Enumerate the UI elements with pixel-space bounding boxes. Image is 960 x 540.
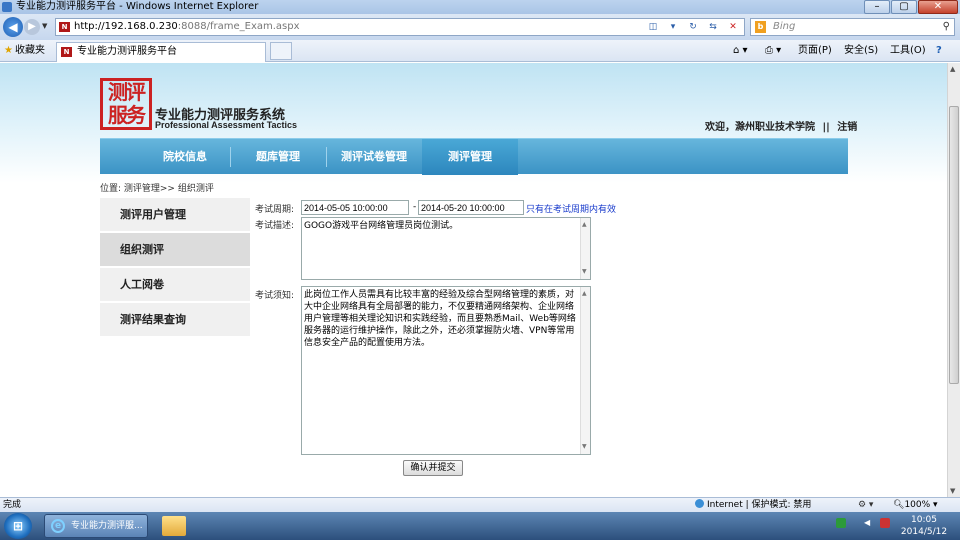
scroll-up-icon[interactable]: ▲ (950, 65, 955, 73)
end-time-field[interactable] (418, 200, 524, 215)
description-textarea[interactable]: GOGO游戏平台网络管理员岗位测试。 ▲ ▼ (301, 217, 591, 280)
welcome-separator: || (822, 122, 830, 133)
address-bar[interactable]: N http://192.168.0.230:8088/frame_Exam.a… (55, 18, 745, 36)
forward-button[interactable]: ▶ (24, 19, 40, 35)
stop-icon[interactable]: ✕ (724, 20, 742, 34)
favorites-bar: ★ 收藏夹 N 专业能力测评服务平台 ⌂ ▾ ⎙ ▾ 页面(P) 安全(S) 工具… (0, 40, 960, 62)
maximize-button[interactable]: ▢ (891, 0, 917, 14)
address-path: :8088/frame_Exam.aspx (177, 21, 300, 32)
period-dash: - (413, 202, 417, 212)
nav-exam-paper[interactable]: 测评试卷管理 (326, 139, 422, 175)
period-label: 考试周期: (255, 205, 295, 215)
address-host: http://192.168.0.230 (74, 21, 178, 32)
ie-app-icon (2, 2, 12, 12)
notice-text: 此岗位工作人员需具有比较丰富的经验及综合型网络管理的素质，对大中企业网络具有全局… (304, 290, 576, 348)
help-icon[interactable]: ? (936, 45, 942, 57)
tools-menu[interactable]: 工具(O) (890, 45, 926, 57)
tray-app-icon[interactable] (836, 518, 846, 528)
welcome-text: 欢迎，滁州职业技术学院 (705, 122, 815, 133)
search-icon[interactable]: ⚲ (943, 19, 950, 35)
browser-tab[interactable]: N 专业能力测评服务平台 (56, 42, 266, 62)
nav-school-info[interactable]: 院校信息 (130, 139, 240, 175)
globe-icon (695, 499, 704, 508)
logo-seal: 测评服务 (100, 78, 152, 130)
home-icon[interactable]: ⌂ ▾ (733, 45, 748, 57)
sidebar-item-user-management[interactable]: 测评用户管理 (100, 198, 250, 231)
page-menu[interactable]: 页面(P) (798, 45, 832, 57)
confirm-submit-button[interactable]: 确认并提交 (403, 460, 463, 476)
start-button[interactable]: ⊞ (4, 513, 32, 539)
status-text: 完成 (3, 500, 22, 510)
go-icon[interactable]: ⇆ (704, 20, 722, 34)
sidebar-item-result-query[interactable]: 测评结果查询 (100, 303, 250, 336)
logout-link[interactable]: 注销 (837, 122, 857, 133)
period-note: 只有在考试周期内有效 (526, 205, 617, 215)
compat-view-icon[interactable]: ◫ (644, 20, 662, 34)
sidebar: 测评用户管理 组织测评 人工阅卷 测评结果查询 (100, 198, 250, 338)
sidebar-item-organize-exam[interactable]: 组织测评 (100, 233, 250, 266)
favorites-label: 收藏夹 (14, 45, 45, 56)
site-favicon-icon: N (59, 22, 70, 32)
description-text: GOGO游戏平台网络管理员岗位测试。 (304, 221, 459, 231)
zone-options-icon[interactable]: ⚙ ▾ (858, 498, 873, 512)
tab-favicon-icon: N (61, 47, 72, 57)
clock-date: 2014/5/12 (900, 527, 948, 537)
recent-pages-dropdown[interactable]: ▼ (42, 22, 47, 30)
taskbar-ie-task[interactable]: e 专业能力测评服... (44, 514, 148, 538)
status-bar: 完成 Internet | 保护模式: 禁用 ⚙ ▾ 🔍︎100% ▾ (0, 497, 960, 512)
system-subtitle: Professional Assessment Tactics (155, 120, 298, 130)
security-zone: Internet | 保护模式: 禁用 (695, 498, 811, 512)
page-scrollbar[interactable]: ▲ ▼ (947, 63, 960, 497)
description-label: 考试描述: (255, 221, 295, 231)
ie-icon: e (51, 519, 65, 533)
favorites-button[interactable]: ★ 收藏夹 (4, 44, 45, 58)
taskbar-task-label: 专业能力测评服... (71, 521, 143, 531)
search-input[interactable]: b Bing ⚲ (750, 18, 955, 36)
nav-question-bank[interactable]: 题库管理 (230, 139, 326, 175)
taskbar: ⊞ e 专业能力测评服... ◀ 10:05 2014/5/12 (0, 512, 960, 540)
close-button[interactable]: ✕ (918, 0, 958, 14)
network-icon[interactable] (880, 518, 890, 528)
bing-icon: b (755, 21, 766, 33)
description-scrollbar[interactable]: ▲ ▼ (580, 218, 590, 279)
window-titlebar: 专业能力测评服务平台 - Windows Internet Explorer –… (0, 0, 960, 14)
web-page: 测评服务 专业能力测评服务系统 Professional Assessment … (0, 63, 947, 497)
back-button[interactable]: ◀ (3, 17, 23, 37)
clock[interactable]: 10:05 2014/5/12 (898, 514, 950, 538)
welcome-area: 欢迎，滁州职业技术学院 || 注销 (705, 118, 857, 133)
main-nav: 院校信息 题库管理 测评试卷管理 测评管理 (100, 138, 848, 175)
window-title: 专业能力测评服务平台 - Windows Internet Explorer (16, 1, 259, 12)
sidebar-item-manual-grading[interactable]: 人工阅卷 (100, 268, 250, 301)
tray-arrow-icon[interactable]: ◀ (864, 518, 874, 528)
site-logo: 测评服务 (100, 78, 152, 130)
clock-time: 10:05 (911, 515, 937, 525)
notice-label: 考试须知: (255, 291, 295, 301)
folder-icon[interactable] (162, 516, 186, 536)
notice-scrollbar[interactable]: ▲ ▼ (580, 287, 590, 454)
refresh-icon[interactable]: ↻ (684, 20, 702, 34)
zoom-control[interactable]: 🔍︎100% ▾ (893, 498, 938, 512)
start-time-field[interactable] (301, 200, 409, 215)
print-icon[interactable]: ⎙ ▾ (765, 45, 781, 57)
safety-menu[interactable]: 安全(S) (844, 45, 878, 57)
star-icon: ★ (4, 45, 13, 56)
search-placeholder: Bing (773, 21, 796, 32)
zoom-level: 100% (904, 500, 931, 510)
scroll-thumb[interactable] (949, 106, 959, 384)
address-toolbar: ◀ ▶ ▼ N http://192.168.0.230:8088/frame_… (0, 14, 960, 40)
notice-textarea[interactable]: 此岗位工作人员需具有比较丰富的经验及综合型网络管理的素质，对大中企业网络具有全局… (301, 286, 591, 455)
tab-title: 专业能力测评服务平台 (77, 46, 177, 57)
logo-text: 测评服务 (108, 80, 146, 127)
minimize-button[interactable]: – (864, 0, 890, 14)
nav-exam-management[interactable]: 测评管理 (422, 139, 518, 175)
new-tab-button[interactable] (270, 42, 292, 60)
zone-text: Internet | 保护模式: 禁用 (707, 500, 812, 510)
breadcrumb: 位置: 测评管理>> 组织测评 (100, 184, 214, 194)
scroll-down-icon[interactable]: ▼ (950, 487, 955, 495)
address-dropdown-icon[interactable]: ▾ (664, 20, 682, 34)
